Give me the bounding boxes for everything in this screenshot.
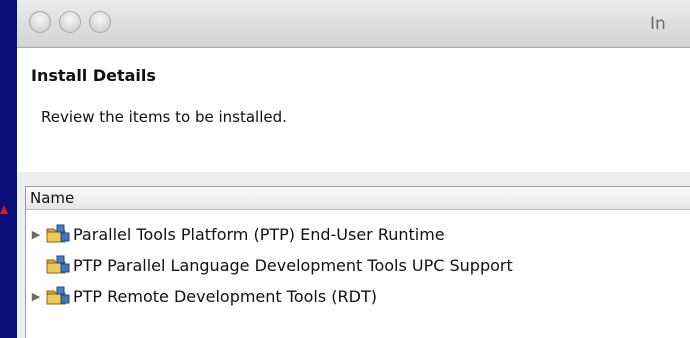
desktop-background: In Install Details Review the items to b… <box>0 0 690 338</box>
tree-row[interactable]: ▶ PTP Remote Development Tools (RDT) <box>26 284 377 308</box>
page-title: Install Details <box>31 66 156 85</box>
triangle-right-icon[interactable]: ▶ <box>26 284 46 308</box>
triangle-right-icon[interactable]: ▶ <box>26 222 46 246</box>
feature-package-icon <box>46 286 70 305</box>
tree-row-label: PTP Parallel Language Development Tools … <box>73 255 513 275</box>
tree-row-spacer <box>26 253 46 277</box>
install-details-header: Install Details Review the items to be i… <box>17 48 690 172</box>
install-window: In Install Details Review the items to b… <box>17 0 690 338</box>
column-header-name[interactable]: Name <box>26 187 690 210</box>
window-title: In <box>650 14 666 34</box>
zoom-window-button[interactable] <box>89 11 111 33</box>
page-subtitle: Review the items to be installed. <box>41 108 287 126</box>
feature-package-icon <box>46 255 70 274</box>
minimize-window-button[interactable] <box>59 11 81 33</box>
red-arrow-icon <box>0 205 8 214</box>
tree-row[interactable]: ▶ Parallel Tools Platform (PTP) End-User… <box>26 222 445 246</box>
tree-row[interactable]: PTP Parallel Language Development Tools … <box>26 253 513 277</box>
tree-row-label: Parallel Tools Platform (PTP) End-User R… <box>73 224 445 244</box>
install-items-tree[interactable]: Name ▶ Parallel Tools Platform (PTP) End… <box>25 186 690 338</box>
column-header-label: Name <box>30 189 75 207</box>
feature-package-icon <box>46 224 70 243</box>
tree-row-label: PTP Remote Development Tools (RDT) <box>73 286 377 306</box>
title-bar[interactable]: In <box>17 0 690 48</box>
close-window-button[interactable] <box>29 11 51 33</box>
